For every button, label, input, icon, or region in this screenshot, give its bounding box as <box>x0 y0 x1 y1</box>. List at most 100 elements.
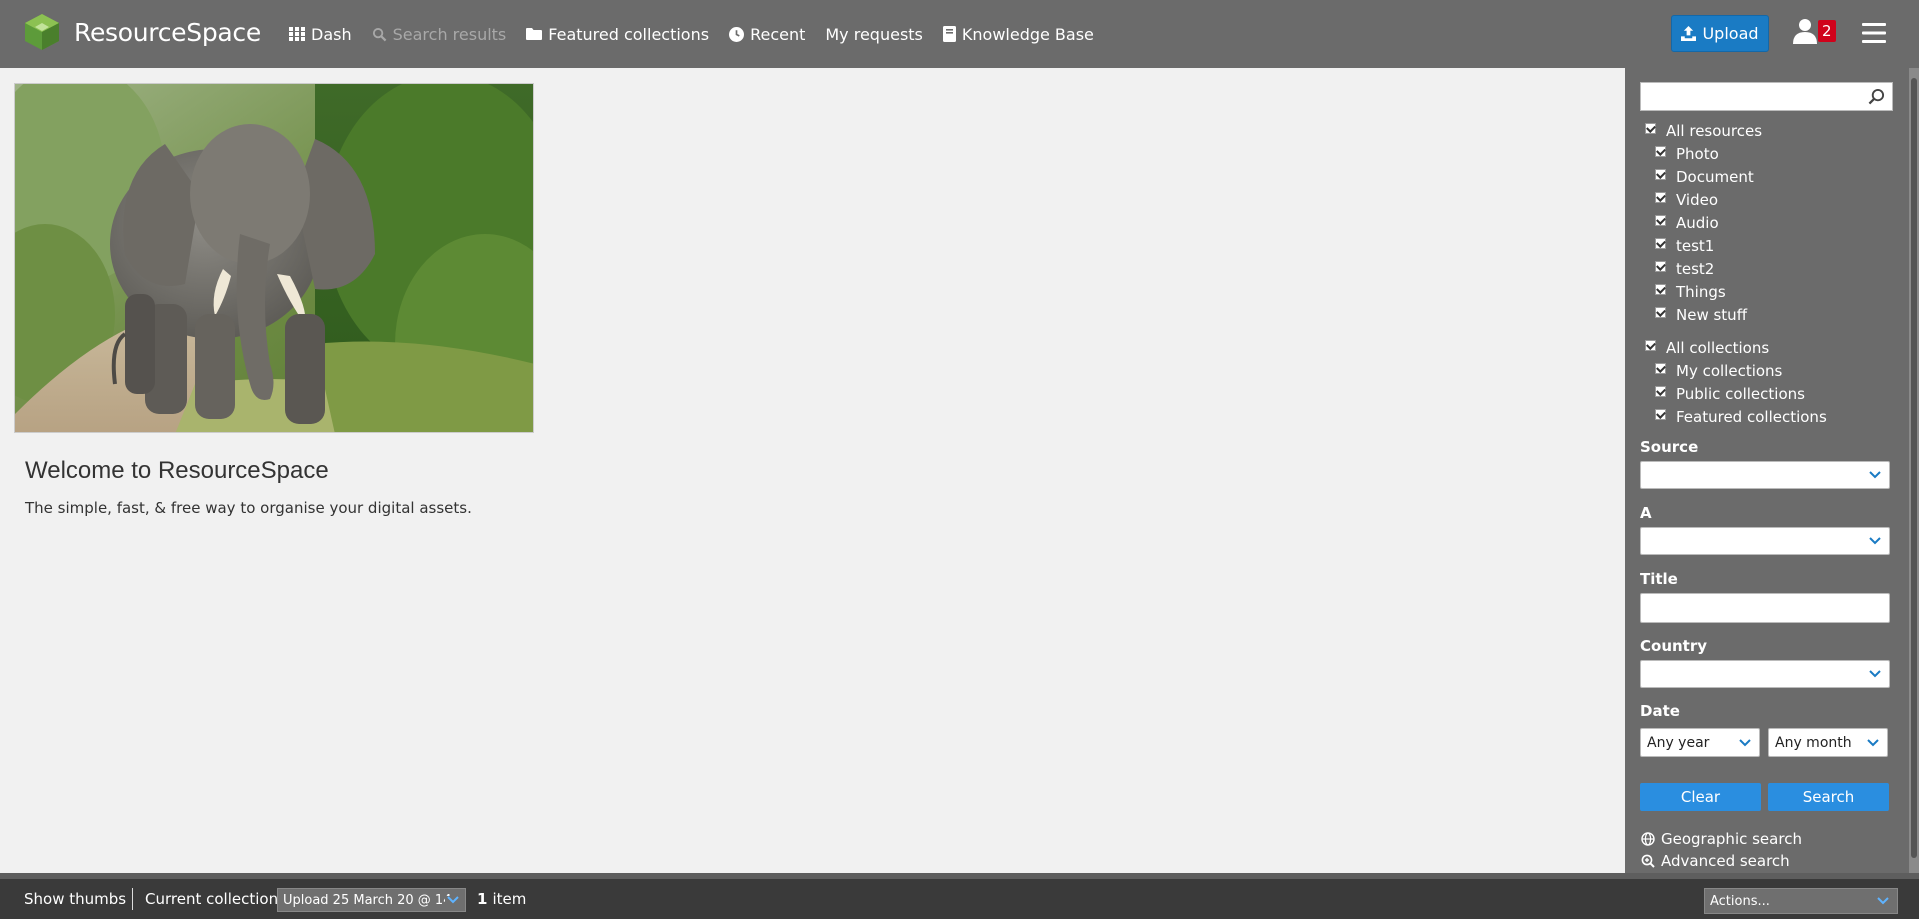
checkbox[interactable] <box>1655 306 1666 318</box>
hamburger-menu-button[interactable] <box>1862 22 1886 48</box>
nav-knowledge-base[interactable]: Knowledge Base <box>942 25 1094 44</box>
nav-search-results-label: Search results <box>392 24 507 44</box>
sidebar-scrollbar[interactable] <box>1909 68 1919 873</box>
checkbox[interactable] <box>1655 408 1666 420</box>
checkbox[interactable] <box>1655 237 1666 249</box>
scrollbar-thumb[interactable] <box>1911 78 1917 858</box>
checkbox[interactable] <box>1645 339 1656 351</box>
main-nav: Dash Search results Featured collections… <box>289 0 1114 68</box>
checkbox-document[interactable]: Document <box>1655 168 1754 186</box>
upload-icon <box>1681 26 1697 41</box>
chevron-down-icon <box>1739 738 1751 747</box>
nav-featured-collections-label: Featured collections <box>548 24 710 44</box>
checkbox-video[interactable]: Video <box>1655 191 1718 209</box>
hero-image-elephant <box>14 83 534 433</box>
checkbox-label: Document <box>1676 168 1754 186</box>
checkbox[interactable] <box>1655 362 1666 374</box>
upload-button[interactable]: Upload <box>1671 15 1769 52</box>
checkbox[interactable] <box>1645 122 1656 134</box>
welcome-title: Welcome to ResourceSpace <box>25 457 329 484</box>
checkbox-label: Featured collections <box>1676 408 1827 426</box>
item-count: 1 item <box>477 879 526 919</box>
year-value: Any year <box>1647 734 1710 751</box>
simple-search-input[interactable] <box>1640 82 1893 111</box>
chevron-down-icon <box>1869 670 1881 678</box>
country-select[interactable] <box>1640 660 1890 688</box>
geographic-search-link[interactable]: Geographic search <box>1641 830 1802 848</box>
search-sidebar: All resources Photo Document Video Audio… <box>1625 68 1909 873</box>
title-input[interactable] <box>1640 593 1890 623</box>
checkbox-label: All collections <box>1666 339 1770 357</box>
checkbox-label: All resources <box>1666 122 1763 140</box>
a-label: A <box>1640 504 1652 522</box>
checkbox-test1[interactable]: test1 <box>1655 237 1714 255</box>
checkbox[interactable] <box>1655 214 1666 226</box>
nav-featured-collections[interactable]: Featured collections <box>526 25 709 44</box>
checkbox-public-collections[interactable]: Public collections <box>1655 385 1805 403</box>
chevron-down-icon <box>1869 471 1881 479</box>
checkbox[interactable] <box>1655 260 1666 272</box>
hamburger-icon <box>1862 23 1886 43</box>
checkbox[interactable] <box>1655 191 1666 203</box>
date-label: Date <box>1640 702 1680 720</box>
user-menu-button[interactable]: 2 <box>1793 18 1836 44</box>
welcome-subtitle: The simple, fast, & free way to organise… <box>25 499 472 517</box>
checkbox[interactable] <box>1655 145 1666 157</box>
item-count-number: 1 <box>477 890 488 908</box>
nav-my-requests-label: My requests <box>825 24 923 44</box>
checkbox-things[interactable]: Things <box>1655 283 1726 301</box>
chevron-down-icon <box>1877 897 1889 905</box>
checkbox-new-stuff[interactable]: New stuff <box>1655 306 1747 324</box>
source-select[interactable] <box>1640 461 1890 489</box>
checkbox-audio[interactable]: Audio <box>1655 214 1719 232</box>
search-button[interactable]: Search <box>1768 783 1889 811</box>
chevron-down-icon <box>445 896 459 904</box>
search-icon <box>372 27 387 42</box>
zoom-in-icon <box>1641 854 1655 868</box>
nav-dash[interactable]: Dash <box>289 25 352 44</box>
title-label: Title <box>1640 570 1678 588</box>
checkbox-label: Video <box>1676 191 1719 209</box>
current-collection-select[interactable]: Upload 25 March 20 @ 14 <box>277 888 466 912</box>
grid-icon <box>289 26 305 42</box>
checkbox-label: Audio <box>1676 214 1719 232</box>
checkbox-label: New stuff <box>1676 306 1748 324</box>
actions-select[interactable]: Actions... <box>1704 888 1898 914</box>
show-thumbs-link[interactable]: Show thumbs <box>24 879 126 919</box>
a-select[interactable] <box>1640 527 1890 555</box>
source-label: Source <box>1640 438 1699 456</box>
checkbox[interactable] <box>1655 385 1666 397</box>
checkbox-test2[interactable]: test2 <box>1655 260 1714 278</box>
notification-badge: 2 <box>1818 20 1836 42</box>
checkbox-all-resources[interactable]: All resources <box>1645 122 1762 140</box>
folder-icon <box>526 27 543 41</box>
checkbox[interactable] <box>1655 283 1666 295</box>
divider <box>132 888 133 910</box>
clear-button[interactable]: Clear <box>1640 783 1761 811</box>
checkbox-all-collections[interactable]: All collections <box>1645 339 1769 357</box>
month-select[interactable]: Any month <box>1768 728 1888 757</box>
nav-my-requests[interactable]: My requests <box>825 25 923 44</box>
logo[interactable]: ResourceSpace <box>22 12 261 52</box>
year-select[interactable]: Any year <box>1640 728 1760 757</box>
country-label: Country <box>1640 637 1708 655</box>
checkbox-my-collections[interactable]: My collections <box>1655 362 1782 380</box>
nav-recent[interactable]: Recent <box>729 25 805 44</box>
actions-value: Actions... <box>1710 893 1770 909</box>
user-icon <box>1793 19 1817 44</box>
checkbox-label: Public collections <box>1676 385 1805 403</box>
checkbox-photo[interactable]: Photo <box>1655 145 1719 163</box>
chevron-down-icon <box>1869 537 1881 545</box>
nav-dash-label: Dash <box>311 24 352 44</box>
checkbox-label: Photo <box>1676 145 1719 163</box>
advanced-search-link[interactable]: Advanced search <box>1641 852 1790 870</box>
checkbox-featured-collections[interactable]: Featured collections <box>1655 408 1827 426</box>
nav-recent-label: Recent <box>750 24 806 44</box>
advanced-search-label: Advanced search <box>1661 852 1790 870</box>
checkbox[interactable] <box>1655 168 1666 180</box>
nav-search-results[interactable]: Search results <box>372 24 507 44</box>
top-bar: ResourceSpace Dash Search results Featur… <box>0 0 1919 68</box>
collection-bar: Show thumbs Current collection: Upload 2… <box>0 873 1919 919</box>
checkbox-label: test1 <box>1676 237 1715 255</box>
clock-icon <box>729 26 745 42</box>
